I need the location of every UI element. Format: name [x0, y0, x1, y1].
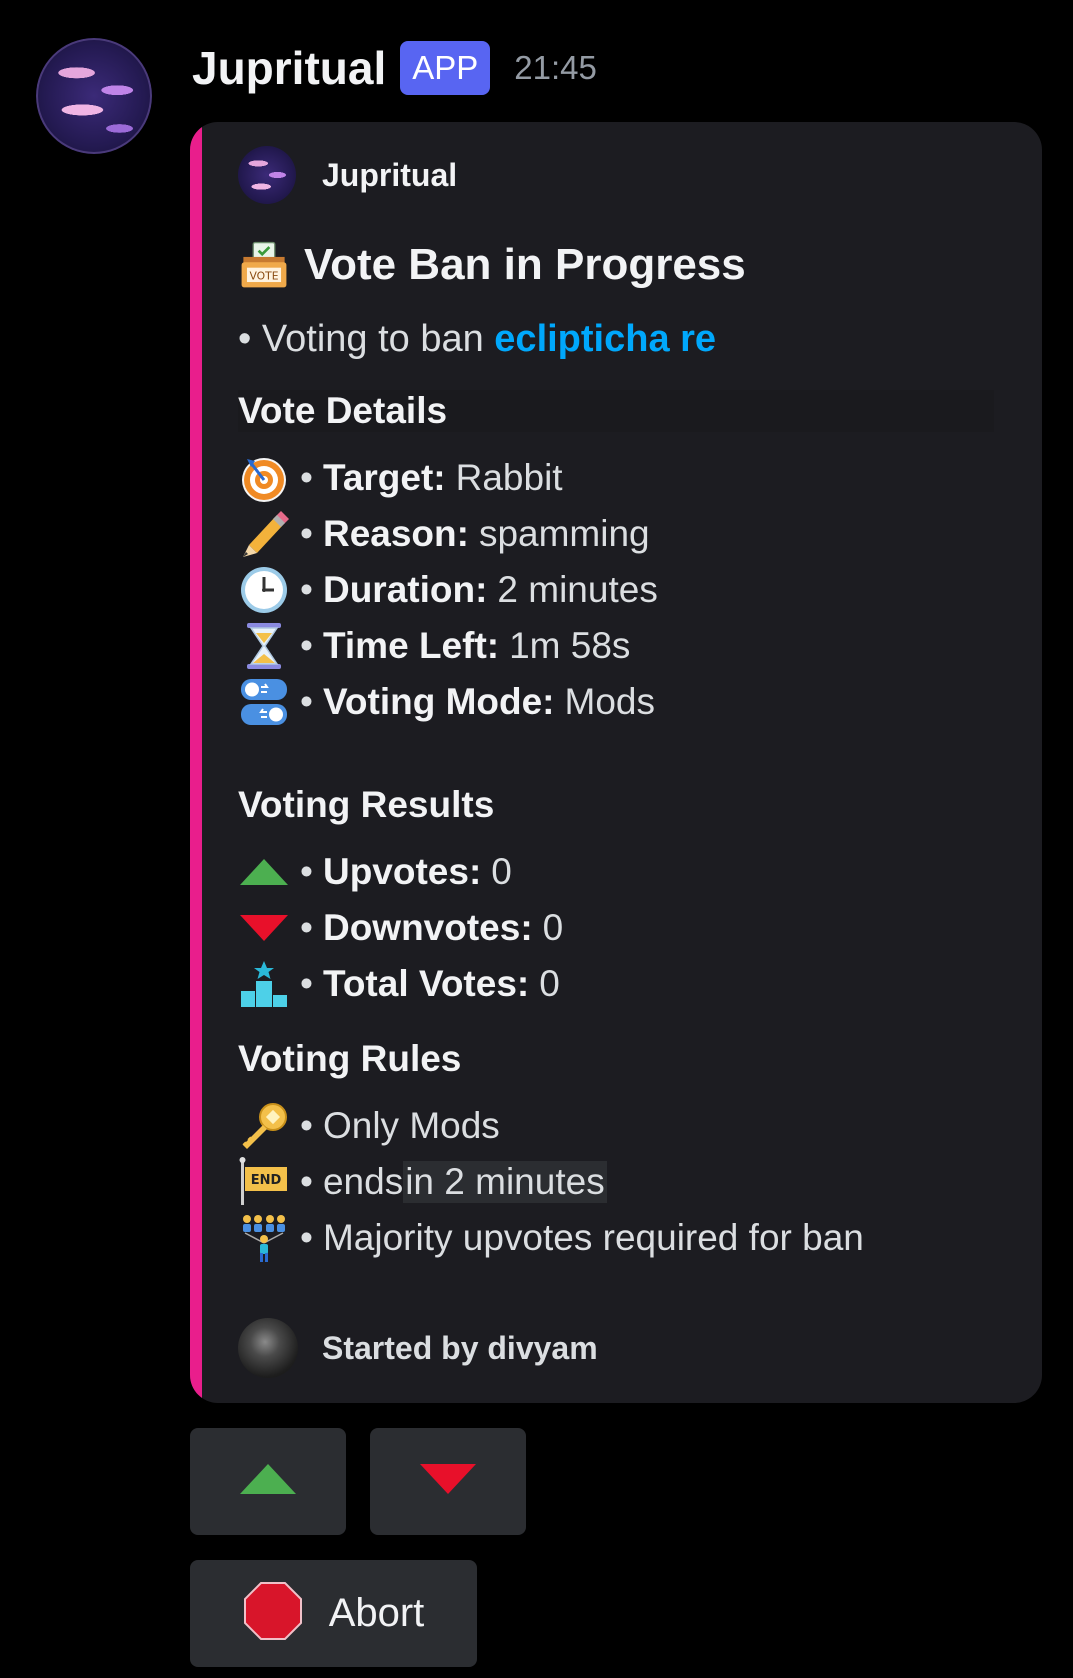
app-badge: APP: [400, 41, 491, 95]
upvote-icon: [238, 846, 290, 898]
embed-title-row: VOTE Vote Ban in Progress: [238, 234, 746, 296]
section-voting-results: Voting Results: [238, 784, 495, 825]
field-time-left: • Time Left: 1m 58s: [238, 620, 630, 672]
embed-accent-bar: [190, 122, 202, 1403]
embed-title: Vote Ban in Progress: [304, 240, 746, 289]
field-label: Target:: [322, 457, 446, 498]
field-reason: • Reason: spamming: [238, 508, 650, 560]
author-avatar: [238, 146, 296, 204]
description-text: Voting to ban: [261, 318, 495, 360]
upvote-icon: [238, 1462, 298, 1501]
timestamp[interactable]: 21:45: [514, 49, 597, 87]
rule-majority: • Majority upvotes required for ban: [238, 1212, 864, 1264]
footer-text: Started by divyam: [322, 1329, 598, 1366]
field-label: Time Left:: [322, 625, 500, 666]
podium-icon: [238, 958, 290, 1010]
rule-text: Majority upvotes required for ban: [322, 1217, 864, 1258]
ballot-box-icon: VOTE: [238, 239, 290, 291]
toggle-icon: [238, 676, 290, 728]
clock-icon: [238, 564, 290, 616]
field-value: 0: [542, 907, 564, 948]
people-icon: [238, 1212, 290, 1264]
rule-text: Only Mods: [322, 1105, 500, 1146]
field-value: 2 minutes: [497, 569, 658, 610]
description-bullet: •: [238, 318, 262, 360]
field-value: Mods: [564, 681, 655, 722]
author-name: Jupritual: [322, 156, 458, 193]
embed-footer: Started by divyam: [238, 1318, 598, 1378]
rule-only-mods: • Only Mods: [238, 1100, 500, 1152]
field-upvotes: • Upvotes: 0: [238, 846, 512, 898]
vote-embed: Jupritual VOTE Vote Ban in Progress • Vo…: [190, 122, 1042, 1403]
field-label: Upvotes:: [322, 851, 482, 892]
username[interactable]: Jupritual: [192, 41, 386, 95]
abort-button[interactable]: Abort: [190, 1560, 477, 1667]
rule-text: ends: [322, 1161, 404, 1202]
field-value: 0: [539, 963, 560, 1004]
section-vote-details: Vote Details: [238, 390, 994, 432]
field-downvotes: • Downvotes: 0: [238, 902, 563, 954]
message-header: Jupritual APP 21:45: [192, 38, 597, 98]
hourglass-icon: [238, 620, 290, 672]
field-value: Rabbit: [455, 457, 563, 498]
svg-text:END: END: [251, 1173, 282, 1188]
user-mention[interactable]: eclipticha re: [494, 318, 716, 360]
field-total-votes: • Total Votes: 0: [238, 958, 560, 1010]
pencil-icon: [238, 508, 290, 560]
section-voting-rules: Voting Rules: [238, 1038, 462, 1079]
key-icon: [238, 1100, 290, 1152]
field-label: Duration:: [322, 569, 488, 610]
svg-text:VOTE: VOTE: [250, 269, 279, 282]
bot-avatar[interactable]: [36, 38, 152, 154]
field-label: Voting Mode:: [322, 681, 555, 722]
field-value: 0: [491, 851, 512, 892]
downvote-icon: [238, 902, 290, 954]
field-duration: • Duration: 2 minutes: [238, 564, 658, 616]
embed-description: • Voting to ban eclipticha re: [238, 318, 716, 361]
footer-avatar: [238, 1318, 298, 1378]
downvote-icon: [418, 1462, 478, 1501]
rule-ends: END • ends in 2 minutes: [238, 1156, 607, 1208]
field-label: Total Votes:: [322, 963, 530, 1004]
field-value: 1m 58s: [509, 625, 631, 666]
end-flag-icon: END: [238, 1156, 290, 1208]
field-label: Reason:: [322, 513, 469, 554]
field-label: Downvotes:: [322, 907, 533, 948]
target-icon: [238, 452, 290, 504]
field-value: spamming: [478, 513, 650, 554]
relative-timestamp[interactable]: in 2 minutes: [403, 1161, 607, 1203]
field-voting-mode: • Voting Mode: Mods: [238, 676, 655, 728]
downvote-button[interactable]: [370, 1428, 526, 1535]
stop-sign-icon: [243, 1581, 303, 1646]
abort-label: Abort: [328, 1591, 425, 1635]
upvote-button[interactable]: [190, 1428, 346, 1535]
field-target: • Target: Rabbit: [238, 452, 563, 504]
embed-author: Jupritual: [238, 146, 457, 204]
